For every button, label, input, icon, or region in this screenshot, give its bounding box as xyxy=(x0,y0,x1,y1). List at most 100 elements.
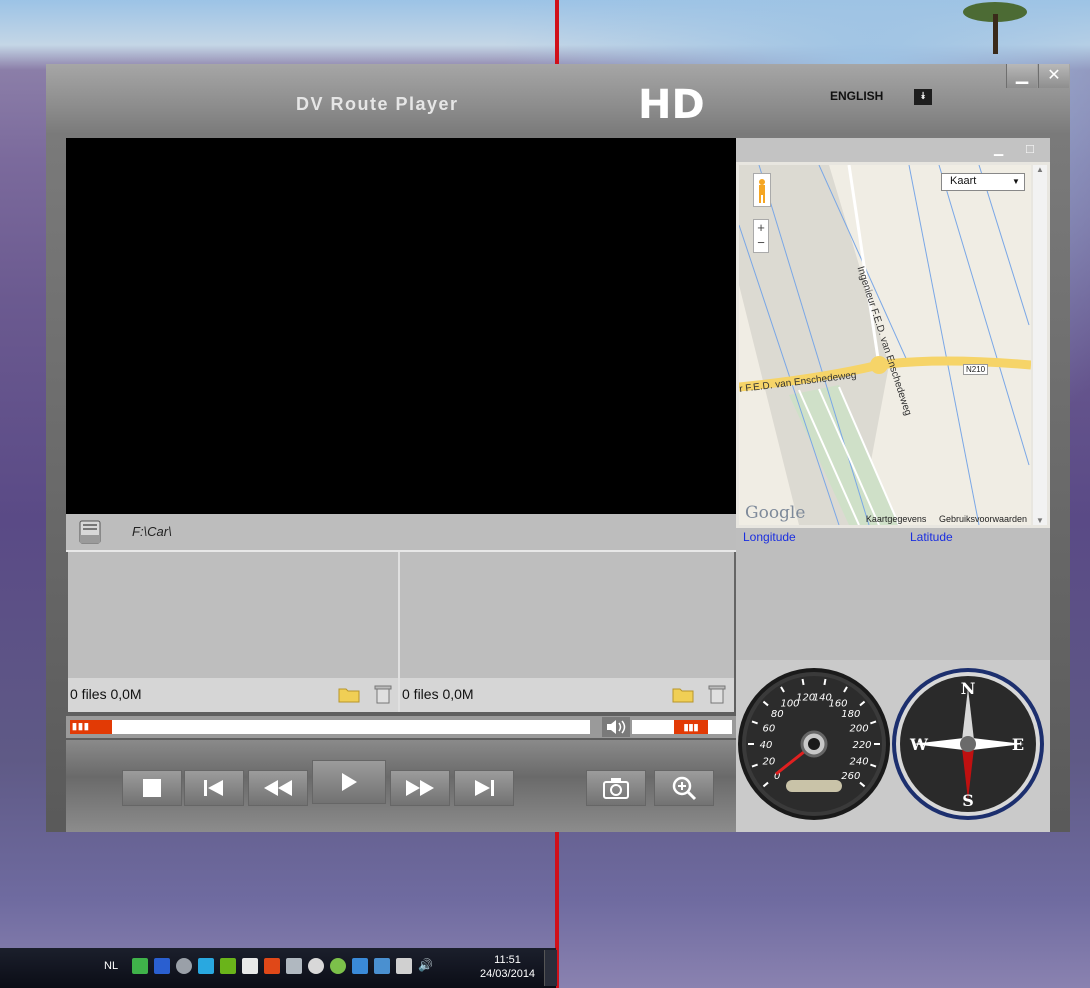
fast-forward-button[interactable] xyxy=(390,770,450,806)
files-info-left: 0 files 0,0M xyxy=(70,686,142,702)
compass-s: S xyxy=(962,791,974,810)
tray-drive-icon[interactable] xyxy=(286,958,302,974)
volume-handle[interactable]: ▮▮▮ xyxy=(674,720,708,734)
map-data-link[interactable]: Kaartgegevens xyxy=(866,514,927,524)
latitude-label: Latitude xyxy=(910,530,953,544)
file-list-right[interactable]: 0 files 0,0M xyxy=(400,552,734,712)
skip-forward-icon xyxy=(475,780,494,796)
fast-forward-icon xyxy=(406,780,434,796)
map-minimize-icon[interactable]: ▁ xyxy=(994,142,1003,156)
zoom-out-button[interactable]: − xyxy=(754,235,768,250)
speedometer-label: 20 xyxy=(763,756,776,767)
tree-decoration xyxy=(963,2,1027,54)
language-label: ENGLISH xyxy=(830,89,884,103)
video-display[interactable] xyxy=(66,138,736,514)
street-view-pegman-icon[interactable] xyxy=(753,173,771,207)
speedometer-label: 180 xyxy=(841,709,860,720)
map-zoom-control[interactable]: + − xyxy=(753,219,769,253)
trash-icon[interactable] xyxy=(706,684,728,704)
input-language[interactable]: NL xyxy=(104,960,118,972)
tray-bluetooth-icon[interactable] xyxy=(154,958,170,974)
speedometer-tick xyxy=(801,678,805,686)
seek-bar[interactable]: ▮▮▮ xyxy=(70,720,590,734)
map-toolbar: ▁ □ xyxy=(736,138,1050,162)
current-path: F:\Car\ xyxy=(132,524,172,539)
tray-flag-icon[interactable] xyxy=(242,958,258,974)
tray-network-app-icon[interactable] xyxy=(374,958,390,974)
volume-slider[interactable]: ▮▮▮ xyxy=(632,720,732,734)
zoom-in-button[interactable]: + xyxy=(754,220,768,235)
clock-time: 11:51 xyxy=(494,954,521,966)
speedometer-label: 80 xyxy=(771,709,784,720)
map-scrollbar[interactable]: ▲ ▼ xyxy=(1033,165,1047,525)
zoom-in-icon xyxy=(672,776,697,801)
app-title: DV Route Player xyxy=(296,94,459,114)
odometer-display xyxy=(786,780,842,792)
file-list-left[interactable]: 0 files 0,0M xyxy=(68,552,398,712)
road-number-badge: N210 xyxy=(963,364,989,375)
google-logo: Google xyxy=(745,503,806,523)
rewind-icon xyxy=(264,780,292,796)
tray-update-icon[interactable] xyxy=(198,958,214,974)
scroll-down-icon[interactable]: ▼ xyxy=(1033,516,1047,525)
minimize-button[interactable]: ▁ xyxy=(1006,64,1037,88)
progress-row: ▮▮▮ ▮▮▮ xyxy=(66,716,736,738)
speedometer-label: 220 xyxy=(852,740,871,751)
tray-audio-icon[interactable] xyxy=(264,958,280,974)
taskbar: NL 🔊 11:51 24/03/2014 xyxy=(0,948,557,988)
close-button[interactable]: ✕ xyxy=(1038,64,1069,88)
play-button[interactable] xyxy=(312,760,386,804)
language-dropdown-button[interactable]: ⯯ xyxy=(914,89,932,105)
map-type-select[interactable]: Kaart ▼ xyxy=(941,173,1025,191)
zoom-button[interactable] xyxy=(654,770,714,806)
speaker-icon[interactable] xyxy=(602,717,630,737)
terms-link[interactable]: Gebruiksvoorwaarden xyxy=(939,514,1027,524)
trash-icon[interactable] xyxy=(372,684,394,704)
compass: N S W E xyxy=(892,668,1044,820)
speedometer-label: 240 xyxy=(850,756,869,767)
compass-n: N xyxy=(961,679,976,698)
scroll-up-icon[interactable]: ▲ xyxy=(1033,165,1047,174)
compass-w: W xyxy=(909,735,929,754)
tray-sync-icon[interactable] xyxy=(132,958,148,974)
folder-icon[interactable] xyxy=(338,684,360,704)
map-panel: ▁ □ Kaart ▼ + − Ingenieur F.E.D. van Ens… xyxy=(736,138,1050,528)
map-view[interactable]: Kaart ▼ + − Ingenieur F.E.D. van Ensched… xyxy=(739,165,1031,525)
folder-icon[interactable] xyxy=(672,684,694,704)
system-tray: 🔊 xyxy=(132,958,434,974)
compass-e: E xyxy=(1012,735,1024,754)
next-button[interactable] xyxy=(454,770,514,806)
hd-logo: HD xyxy=(638,82,705,122)
files-info-right: 0 files 0,0M xyxy=(402,686,474,702)
show-desktop-button[interactable] xyxy=(544,950,557,986)
tray-warning-icon[interactable] xyxy=(330,958,346,974)
drive-icon[interactable] xyxy=(76,518,104,546)
playback-controls xyxy=(66,740,736,832)
tray-app-icon[interactable] xyxy=(352,958,368,974)
gauges-panel: 0 20 40 60 80 100 120 140 160 180 200 220 240 260 N S… xyxy=(736,660,1050,832)
stop-button[interactable] xyxy=(122,770,182,806)
map-maximize-icon[interactable]: □ xyxy=(1026,141,1034,156)
seek-handle[interactable]: ▮▮▮ xyxy=(72,721,90,732)
tray-volume-icon[interactable]: 🔊 xyxy=(418,958,434,974)
rewind-button[interactable] xyxy=(248,770,308,806)
coordinates-panel: Longitude Latitude xyxy=(736,528,1050,660)
speedometer-label: 200 xyxy=(850,724,869,735)
speedometer-label: 60 xyxy=(763,724,776,735)
chevron-down-icon: ▼ xyxy=(1012,177,1020,186)
longitude-label: Longitude xyxy=(743,530,796,544)
tray-network-icon[interactable] xyxy=(396,958,412,974)
speedometer-tick xyxy=(823,678,827,686)
tray-steam-icon[interactable] xyxy=(308,958,324,974)
desktop-red-line-top xyxy=(555,0,559,68)
speedometer: 020406080100120140160180200220240260 xyxy=(738,668,890,820)
taskbar-clock[interactable]: 11:51 24/03/2014 xyxy=(480,953,535,981)
tray-disk-icon[interactable] xyxy=(176,958,192,974)
tray-nvidia-icon[interactable] xyxy=(220,958,236,974)
app-window: ▁ ✕ DV Route Player HD ENGLISH ⯯ F:\Car\… xyxy=(46,64,1070,832)
svg-text:HD: HD xyxy=(638,82,705,122)
skip-back-icon xyxy=(204,780,223,796)
previous-button[interactable] xyxy=(184,770,244,806)
speedometer-label: 160 xyxy=(828,698,847,709)
snapshot-button[interactable] xyxy=(586,770,646,806)
